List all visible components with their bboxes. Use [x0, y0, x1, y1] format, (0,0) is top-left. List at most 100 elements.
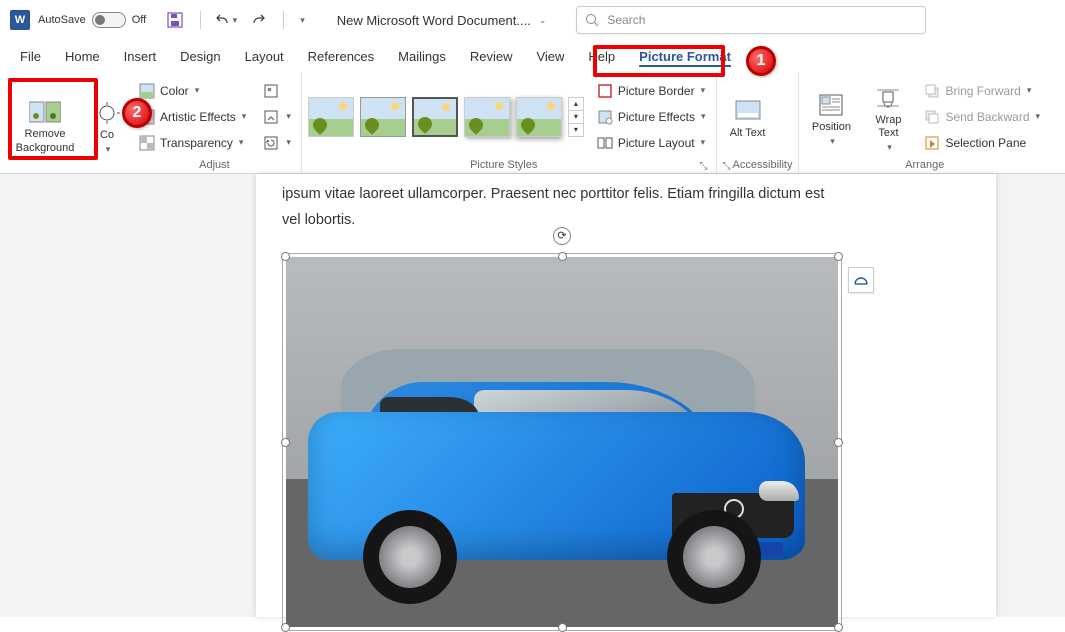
compress-icon: [262, 82, 280, 100]
chevron-down-icon: ▾: [239, 137, 244, 148]
tab-layout[interactable]: Layout: [235, 43, 294, 70]
corrections-icon: [91, 99, 123, 127]
bring-forward-button[interactable]: Bring Forward▾: [919, 80, 1044, 102]
chevron-down-icon: ▾: [701, 137, 706, 148]
wrap-text-button[interactable]: Wrap Text ▾: [865, 76, 911, 157]
resize-handle-n[interactable]: [558, 252, 567, 261]
doc-name: New Microsoft Word Document....: [337, 13, 531, 28]
selection-pane-icon: [923, 134, 941, 152]
tab-picture-format[interactable]: Picture Format: [629, 43, 741, 70]
change-picture-button[interactable]: ▾: [258, 106, 295, 128]
remove-background-button[interactable]: Remove Background: [6, 76, 84, 173]
document-title[interactable]: New Microsoft Word Document.... ⌄: [337, 13, 547, 28]
picture-styles-gallery[interactable]: ▴ ▾ ▾: [308, 76, 584, 157]
chevron-down-icon: ▾: [106, 144, 111, 155]
chevron-down-icon: ▾: [830, 136, 835, 147]
resize-handle-nw[interactable]: [281, 252, 290, 261]
style-thumb-3[interactable]: [412, 97, 458, 137]
remove-background-label: Remove Background: [6, 128, 84, 154]
document-area: ipsum vitae laoreet ullamcorper. Praesen…: [0, 174, 1065, 617]
chevron-down-icon: ▾: [701, 111, 706, 122]
transparency-icon: [138, 134, 156, 152]
gallery-scroll[interactable]: ▴ ▾ ▾: [568, 97, 584, 137]
resize-handle-w[interactable]: [281, 438, 290, 447]
chevron-down-icon: ▾: [286, 111, 291, 122]
selection-pane-button[interactable]: Selection Pane: [919, 132, 1044, 154]
position-button[interactable]: Position ▾: [805, 76, 857, 157]
gallery-down-icon[interactable]: ▾: [569, 111, 583, 124]
ribbon: Remove Background Co ▾ Color▾ Artistic: [0, 72, 1065, 174]
save-button[interactable]: [164, 9, 186, 31]
picture-border-button[interactable]: Picture Border▾: [592, 80, 710, 102]
layout-options-icon: [853, 272, 869, 288]
reset-picture-icon: [262, 134, 280, 152]
resize-handle-sw[interactable]: [281, 623, 290, 632]
style-thumb-4[interactable]: [464, 97, 510, 137]
reset-picture-button[interactable]: ▾: [258, 132, 295, 154]
remove-background-icon: [29, 98, 61, 126]
word-app-icon: W: [10, 10, 30, 30]
resize-handle-ne[interactable]: [834, 252, 843, 261]
resize-handle-e[interactable]: [834, 438, 843, 447]
corrections-button[interactable]: Co ▾: [92, 76, 122, 173]
bring-forward-icon: [923, 82, 941, 100]
artistic-effects-icon: [138, 108, 156, 126]
chevron-down-icon: ▾: [701, 85, 706, 96]
color-button[interactable]: Color▾: [134, 80, 250, 102]
document-page[interactable]: ipsum vitae laoreet ullamcorper. Praesen…: [256, 174, 996, 617]
style-thumb-2[interactable]: [360, 97, 406, 137]
redo-button[interactable]: [247, 9, 269, 31]
gallery-more-icon[interactable]: ▾: [569, 124, 583, 136]
chevron-down-icon: ⌄: [539, 15, 547, 26]
search-box[interactable]: Search: [576, 6, 926, 34]
autosave-label: AutoSave: [38, 14, 86, 26]
autosave-toggle[interactable]: AutoSave Off: [38, 12, 146, 28]
separator: [283, 11, 284, 29]
picture-layout-icon: [596, 134, 614, 152]
style-thumb-1[interactable]: [308, 97, 354, 137]
gallery-up-icon[interactable]: ▴: [569, 98, 583, 111]
picture-styles-group-label: Picture Styles: [308, 157, 700, 173]
alt-text-button[interactable]: Alt Text: [723, 76, 773, 157]
selected-picture[interactable]: ⟳: [286, 257, 838, 627]
tab-design[interactable]: Design: [170, 43, 230, 70]
tab-view[interactable]: View: [526, 43, 574, 70]
picture-effects-icon: [596, 108, 614, 126]
chevron-down-icon: ▾: [887, 142, 892, 153]
body-text-line: ipsum vitae laoreet ullamcorper. Praesen…: [282, 184, 970, 204]
chevron-down-icon: ▾: [233, 15, 238, 26]
compress-pictures-button[interactable]: [258, 80, 295, 102]
chevron-down-icon: ▾: [1027, 85, 1032, 96]
artistic-effects-button[interactable]: Artistic Effects▾: [134, 106, 250, 128]
picture-border-icon: [596, 82, 614, 100]
rotate-handle[interactable]: ⟳: [553, 227, 571, 245]
ribbon-tabs: File Home Insert Design Layout Reference…: [0, 40, 1065, 72]
toggle-off-icon[interactable]: [92, 12, 126, 28]
transparency-button[interactable]: Transparency▾: [134, 132, 250, 154]
dialog-launcher-icon[interactable]: ⤡: [700, 161, 708, 172]
tab-file[interactable]: File: [10, 43, 51, 70]
picture-layout-button[interactable]: Picture Layout▾: [592, 132, 710, 154]
wrap-text-icon: [872, 84, 904, 112]
tab-mailings[interactable]: Mailings: [388, 43, 456, 70]
dialog-launcher-icon[interactable]: ⤡: [723, 161, 731, 172]
style-thumb-5[interactable]: [516, 97, 562, 137]
tab-help[interactable]: Help: [578, 43, 625, 70]
adjust-group-label: Adjust: [134, 157, 295, 173]
chevron-down-icon: ▾: [1036, 111, 1041, 122]
send-backward-button[interactable]: Send Backward▾: [919, 106, 1044, 128]
body-text-line: vel lobortis.: [282, 210, 970, 230]
resize-handle-s[interactable]: [558, 623, 567, 632]
corrections-label-trunc: Co: [100, 129, 114, 142]
tab-insert[interactable]: Insert: [114, 43, 167, 70]
picture-effects-button[interactable]: Picture Effects▾: [592, 106, 710, 128]
tab-home[interactable]: Home: [55, 43, 110, 70]
title-bar: W AutoSave Off ▾ ▾ New Microsoft Word Do…: [0, 0, 1065, 40]
separator: [200, 11, 201, 29]
undo-button[interactable]: ▾: [215, 9, 237, 31]
tab-review[interactable]: Review: [460, 43, 523, 70]
layout-options-button[interactable]: [848, 267, 874, 293]
qat-customize-icon[interactable]: ▾: [300, 15, 305, 26]
tab-references[interactable]: References: [298, 43, 384, 70]
resize-handle-se[interactable]: [834, 623, 843, 632]
